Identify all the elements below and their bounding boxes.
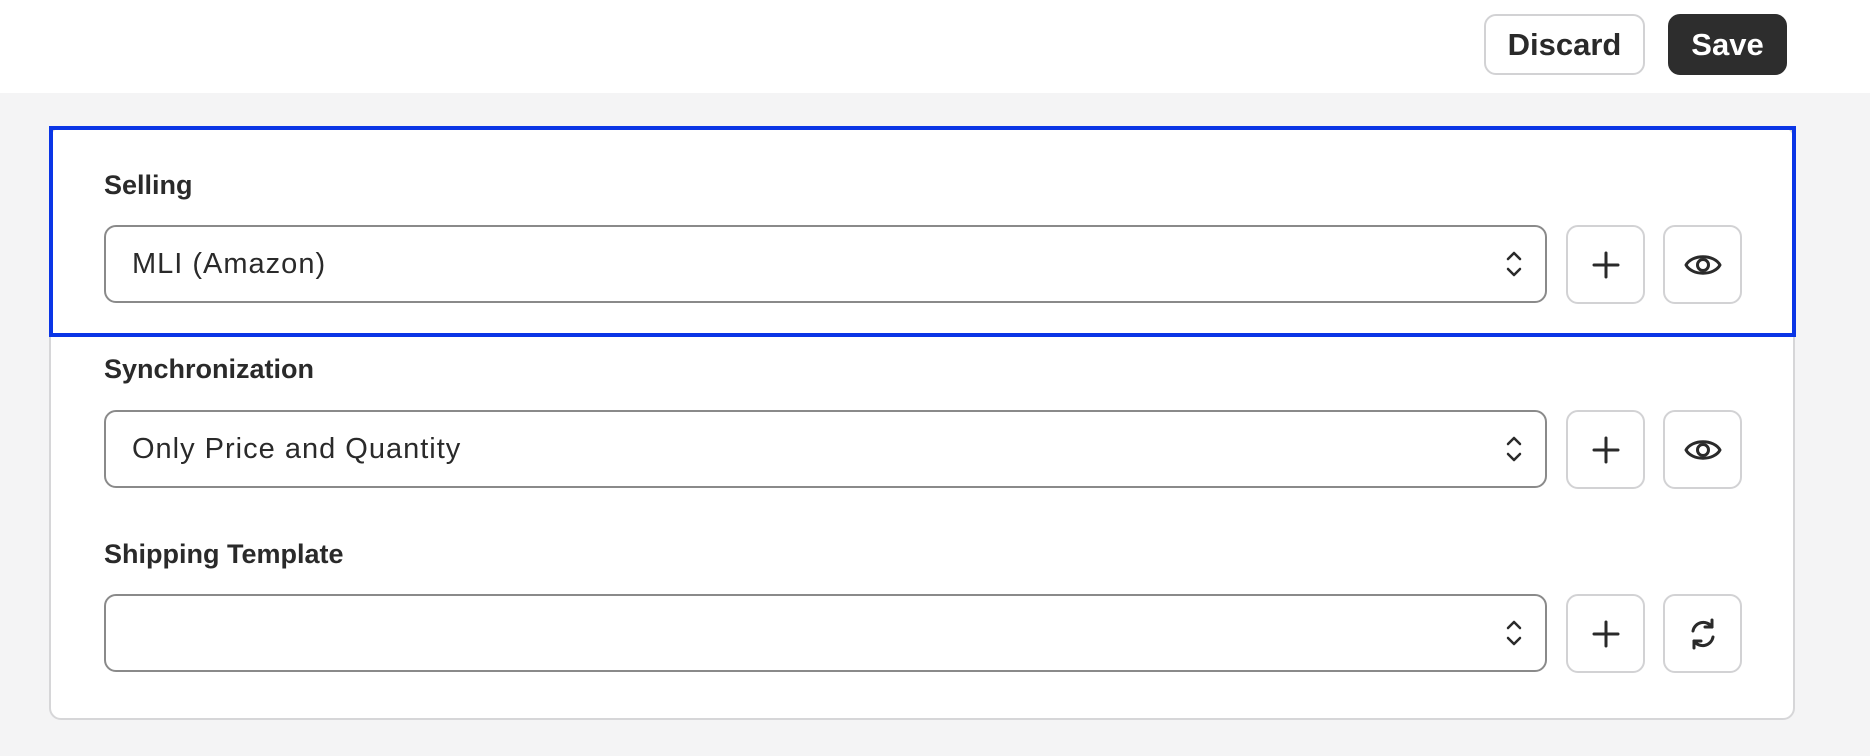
synchronization-label: Synchronization <box>104 354 315 384</box>
synchronization-select[interactable]: Only Price and Quantity <box>104 410 1547 488</box>
plus-icon <box>1592 436 1619 463</box>
shipping-template-select[interactable] <box>104 594 1547 672</box>
selling-select[interactable]: MLI (Amazon) <box>104 225 1547 303</box>
top-action-bar: Discard Save <box>0 0 1870 93</box>
chevron-updown-icon <box>1506 620 1522 646</box>
synchronization-select-value: Only Price and Quantity <box>132 432 462 465</box>
shipping-template-refresh-button[interactable] <box>1663 594 1742 673</box>
chevron-updown-icon <box>1506 436 1522 462</box>
chevron-updown-icon <box>1506 251 1522 277</box>
selling-select-value: MLI (Amazon) <box>132 247 327 280</box>
shipping-template-add-button[interactable] <box>1566 594 1645 673</box>
eye-icon <box>1684 439 1721 460</box>
plus-icon <box>1592 620 1619 647</box>
plus-icon <box>1592 251 1619 278</box>
selling-view-button[interactable] <box>1663 225 1742 304</box>
refresh-icon <box>1691 618 1714 649</box>
eye-icon <box>1684 254 1721 275</box>
save-button[interactable]: Save <box>1668 14 1787 75</box>
discard-button[interactable]: Discard <box>1484 14 1645 75</box>
synchronization-view-button[interactable] <box>1663 410 1742 489</box>
synchronization-add-button[interactable] <box>1566 410 1645 489</box>
selling-add-button[interactable] <box>1566 225 1645 304</box>
selling-label: Selling <box>104 170 193 200</box>
shipping-template-label: Shipping Template <box>104 539 344 569</box>
